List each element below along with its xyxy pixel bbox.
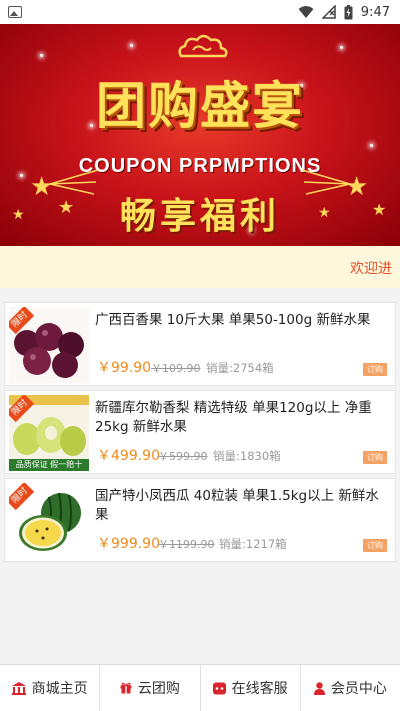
welcome-marquee: 欢迎进	[0, 246, 400, 288]
no-signal-icon	[321, 5, 336, 19]
order-button[interactable]: 订购	[363, 363, 387, 376]
product-price: ￥999.90	[97, 536, 160, 552]
tab-label: 在线客服	[231, 681, 288, 697]
product-name[interactable]: 广西百香果 10斤大果 单果50-100g 新鲜水果	[95, 311, 387, 330]
product-name[interactable]: 新疆库尔勒香梨 精选特级 单果120g以上 净重25kg 新鲜水果	[95, 399, 387, 437]
product-card[interactable]: 限时 品质保证 假一赔十 新疆库尔勒香梨 精选特级 单果120g以上 净重25k…	[4, 390, 396, 474]
tab-label: 会员中心	[330, 681, 387, 697]
star-decoration: ★	[372, 200, 387, 219]
product-thumbnail[interactable]: 限时	[9, 307, 89, 383]
clock-time: 9:47	[360, 4, 390, 20]
battery-charging-icon	[344, 4, 353, 19]
order-button[interactable]: 订购	[363, 451, 387, 464]
product-sales: 销量:1830箱	[213, 449, 281, 463]
tab-mall-home[interactable]: 商城主页	[0, 665, 101, 711]
product-thumbnail[interactable]: 限时	[9, 483, 89, 559]
wifi-icon	[298, 5, 314, 18]
tab-online-service[interactable]: 在线客服	[201, 665, 301, 711]
quality-guarantee-caption: 品质保证 假一赔十	[15, 460, 83, 469]
status-bar: 9:47	[0, 0, 400, 24]
user-icon	[313, 681, 325, 695]
product-price: ￥99.90	[97, 360, 152, 376]
tab-label: 云团购	[137, 681, 180, 697]
welcome-text: 欢迎进	[350, 261, 392, 277]
banner-title: 团购盛宴	[96, 76, 304, 135]
product-price: ￥499.90	[97, 448, 160, 464]
sparkle-decoration	[340, 46, 343, 49]
sparkle-decoration	[370, 144, 373, 147]
bank-icon	[11, 681, 26, 695]
auspicious-cloud-icon	[178, 34, 228, 58]
bottom-tab-bar: 商城主页 云团购 在线客服 会员中心	[0, 664, 400, 711]
product-card[interactable]: 限时 国产特小凤西瓜 40粒装 单果1.5kg以上 新鲜水果 ￥999.90 ￥…	[4, 478, 396, 562]
sparkle-decoration	[40, 54, 43, 57]
chat-icon	[212, 682, 226, 694]
product-original-price: ￥109.90	[151, 362, 201, 375]
firework-icon	[49, 169, 99, 195]
product-original-price: ￥599.90	[158, 450, 208, 463]
product-name[interactable]: 国产特小凤西瓜 40粒装 单果1.5kg以上 新鲜水果	[95, 487, 387, 525]
product-sales: 销量:2754箱	[206, 361, 274, 375]
tab-group-buy[interactable]: 云团购	[100, 665, 201, 711]
tab-label: 商城主页	[31, 681, 88, 697]
star-decoration: ★	[318, 205, 331, 221]
tab-member-center[interactable]: 会员中心	[301, 665, 400, 711]
product-sales: 销量:1217箱	[219, 537, 287, 551]
promo-banner[interactable]: 团购盛宴 COUPON PRPMPTIONS 畅享福利 ★ ★ ★ ★ ★ ★	[0, 24, 400, 246]
product-thumbnail[interactable]: 限时 品质保证 假一赔十	[9, 395, 89, 471]
product-card[interactable]: 限时 广西百香果 10斤大果 单果50-100g 新鲜水果 ￥99.90 ￥10…	[4, 302, 396, 386]
gift-icon	[120, 682, 132, 694]
firework-icon	[301, 169, 351, 195]
sparkle-decoration	[130, 44, 133, 47]
star-decoration: ★	[12, 207, 25, 223]
product-original-price: ￥1199.90	[158, 538, 215, 551]
order-button[interactable]: 订购	[363, 539, 387, 552]
image-notification-icon	[8, 6, 22, 18]
